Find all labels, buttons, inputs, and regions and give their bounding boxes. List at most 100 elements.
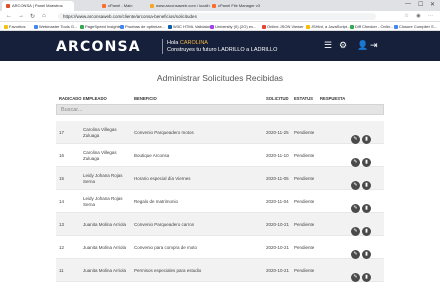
table-header: RADICADO EMPLEADO BENEFICIO SOLICITUD ES… <box>56 96 384 102</box>
logout-icon[interactable]: ⇥ <box>370 40 378 51</box>
url-field[interactable]: https://www.arconsaweb.com/cliente/arcon… <box>58 13 376 20</box>
cell-estatus: Pendiente <box>294 245 315 250</box>
browser-tab-active[interactable]: ARCONSA | Panel Maestros <box>2 1 74 11</box>
browser-extension-icons[interactable]: ☆ ◉ ⋯ <box>404 13 436 19</box>
column-header-estatus: ESTATUS <box>294 96 313 101</box>
cell-solicitud: 2020-10-21 <box>266 268 290 273</box>
cell-radicado: 16 <box>59 153 65 158</box>
search-input[interactable]: Buscar... <box>56 104 384 115</box>
cell-beneficio: Convenio para compra de moto <box>134 245 198 250</box>
edit-icon[interactable]: ✎ <box>351 135 360 144</box>
cell-radicado: 13 <box>59 222 65 227</box>
cell-empleado: Juanita Molina Arriola <box>83 245 127 250</box>
edit-icon[interactable]: ✎ <box>351 250 360 259</box>
header-divider <box>162 39 163 54</box>
list-icon[interactable]: ☰ <box>324 40 332 51</box>
cell-empleado: Leidy Johana Rojas Serna <box>83 196 123 207</box>
cell-solicitud: 2020-10-21 <box>266 245 290 250</box>
edit-icon[interactable]: ✎ <box>351 181 360 190</box>
edit-icon[interactable]: ✎ <box>351 158 360 167</box>
bookmarks-bar: Favoritos Webmaster Tools G... PageSpeed… <box>0 22 440 31</box>
bookmark-item[interactable]: Webmaster Tools G... <box>34 24 77 29</box>
cell-solicitud: 2020-11-10 <box>266 153 289 158</box>
page-title: Administrar Solicitudes Recibidas <box>156 73 284 83</box>
bookmark-item[interactable]: Online JSON Viewer <box>262 24 304 29</box>
cell-empleado: Leidy Johana Rojas Serna <box>83 173 123 184</box>
cell-estatus: Pendiente <box>294 268 315 273</box>
delete-icon[interactable]: ▮ <box>362 158 371 167</box>
browser-tab[interactable]: www.arconsaweb.com / localh <box>146 1 210 11</box>
cell-empleado: Juanita Molina Arriola <box>83 222 127 227</box>
bookmark-icon <box>350 25 354 29</box>
greeting: Hola CAROLINA <box>167 40 208 46</box>
tab-label: cPanel - Main <box>108 3 133 8</box>
user-icon[interactable]: 👤 <box>357 40 368 51</box>
table-row: 16 Carolina Villegas Zuluaga Boutique Ar… <box>56 144 384 167</box>
cell-estatus: Pendiente <box>294 199 315 204</box>
table-row: 12 Juanita Molina Arriola Convenio para … <box>56 236 384 259</box>
favicon-icon <box>212 4 216 8</box>
delete-icon[interactable]: ▮ <box>362 273 371 282</box>
cell-empleado: Juanita Molina Arriola <box>83 268 127 273</box>
row-actions: ✎ ▮ <box>351 219 373 237</box>
table-body: 17 Carolina Villegas Zuluaga Convenio Pa… <box>56 121 384 282</box>
delete-icon[interactable]: ▮ <box>362 250 371 259</box>
cell-radicado: 15 <box>59 176 65 181</box>
maximize-icon[interactable]: ☐ <box>418 1 423 8</box>
bookmark-item[interactable]: W3C HTML Validator <box>168 24 210 29</box>
bookmark-item[interactable]: Diff Checker - Onlin... <box>350 24 393 29</box>
cell-beneficio: Permisos especiales para estudio <box>134 268 202 273</box>
bookmark-item[interactable]: Favoritos <box>4 24 25 29</box>
column-header-empleado: EMPLEADO <box>83 96 107 101</box>
cell-estatus: Pendiente <box>294 176 315 181</box>
edit-icon[interactable]: ✎ <box>351 273 360 282</box>
reload-icon[interactable]: ↻ <box>30 13 35 20</box>
bookmark-item[interactable]: Closure Compiler S... <box>394 24 437 29</box>
bookmark-icon <box>80 25 84 29</box>
cell-estatus: Pendiente <box>294 222 315 227</box>
cell-estatus: Pendiente <box>294 130 315 135</box>
cell-beneficio: Boutique Arconsa <box>134 153 170 158</box>
address-bar: ← → ↻ ⌂ https://www.arconsaweb.com/clien… <box>0 11 440 22</box>
delete-icon[interactable]: ▮ <box>362 227 371 236</box>
cell-radicado: 11 <box>59 268 64 273</box>
cell-beneficio: Horario especial día Viernes <box>134 176 191 181</box>
delete-icon[interactable]: ▮ <box>362 135 371 144</box>
forward-icon[interactable]: → <box>18 13 24 19</box>
user-name: CAROLINA <box>179 40 208 46</box>
bookmark-item[interactable]: JSHint, a JavaScript... <box>306 24 350 29</box>
settings-icon[interactable]: ⚙ <box>339 40 347 51</box>
tab-label: cPanel File Manager v3 <box>218 3 261 8</box>
bookmark-icon <box>210 25 214 29</box>
home-icon[interactable]: ⌂ <box>42 13 46 19</box>
browser-tab[interactable]: cPanel File Manager v3 <box>208 1 266 11</box>
minimize-icon[interactable]: — <box>405 1 411 7</box>
back-icon[interactable]: ← <box>6 13 12 19</box>
folder-icon <box>4 25 8 29</box>
table-row: 17 Carolina Villegas Zuluaga Convenio Pa… <box>56 121 384 144</box>
bookmark-item[interactable]: PageSpeed Insights <box>80 24 121 29</box>
cell-radicado: 14 <box>59 199 65 204</box>
cell-radicado: 12 <box>59 245 65 250</box>
arconsa-logo[interactable]: ARCONSA <box>56 39 141 55</box>
edit-icon[interactable]: ✎ <box>351 227 360 236</box>
close-icon[interactable]: ✕ <box>430 1 435 8</box>
table-row: 13 Juanita Molina Arriola Convenio Parqu… <box>56 213 384 236</box>
cell-empleado: Carolina Villegas Zuluaga <box>83 150 117 161</box>
delete-icon[interactable]: ▮ <box>362 204 371 213</box>
delete-icon[interactable]: ▮ <box>362 181 371 190</box>
row-actions: ✎ ▮ <box>351 127 373 145</box>
bookmark-icon <box>120 25 124 29</box>
site-header: ARCONSA Hola CAROLINA Construyes tu futu… <box>0 31 440 61</box>
row-actions: ✎ ▮ <box>351 242 373 260</box>
row-actions: ✎ ▮ <box>351 265 373 283</box>
bookmark-item[interactable]: Pruebas de optimiza... <box>120 24 165 29</box>
favicon-icon <box>150 4 154 8</box>
edit-icon[interactable]: ✎ <box>351 204 360 213</box>
bookmark-icon <box>34 25 38 29</box>
column-header-solicitud: SOLICITUD <box>266 96 289 101</box>
bookmark-item[interactable]: University (0) (2O) ex... <box>210 24 256 29</box>
table-row: 14 Leidy Johana Rojas Serna Regalo de ma… <box>56 190 384 213</box>
column-header-radicado: RADICADO <box>59 96 82 101</box>
favicon-icon <box>6 4 10 8</box>
